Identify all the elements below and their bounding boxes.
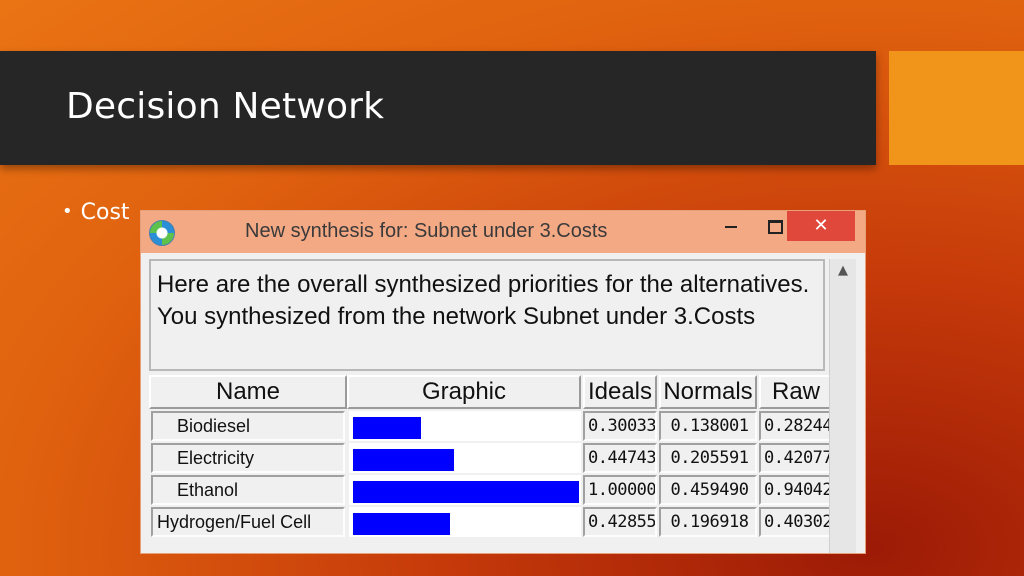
- bullet-dot-icon: •: [62, 201, 73, 222]
- priority-bar: [353, 417, 421, 439]
- window-title: New synthesis for: Subnet under 3.Costs: [245, 220, 608, 242]
- row-normal: 0.205591: [659, 443, 757, 473]
- row-normal: 0.459490: [659, 475, 757, 505]
- row-ideal: 0.428558: [583, 507, 657, 537]
- row-graphic: [349, 507, 581, 537]
- synthesis-window: New synthesis for: Subnet under 3.Costs …: [141, 211, 865, 553]
- priorities-table: Name Graphic Ideals Normals Raw Biodiese…: [149, 375, 829, 553]
- row-name: Biodiesel: [151, 411, 345, 441]
- row-ideal: 1.000000: [583, 475, 657, 505]
- row-raw: 0.282443: [759, 411, 829, 441]
- row-name: Electricity: [151, 443, 345, 473]
- row-raw: 0.403027: [759, 507, 829, 537]
- priority-bar: [353, 449, 454, 471]
- close-button[interactable]: ✕: [787, 211, 855, 241]
- app-icon[interactable]: [149, 220, 175, 246]
- header-raw[interactable]: Raw: [759, 375, 829, 409]
- row-graphic: [349, 411, 581, 441]
- row-graphic: [349, 475, 581, 505]
- slide-title: Decision Network: [66, 86, 385, 127]
- header-name[interactable]: Name: [149, 375, 347, 409]
- header-ideals[interactable]: Ideals: [583, 375, 657, 409]
- header-graphic[interactable]: Graphic: [347, 375, 581, 409]
- row-raw: 0.940426: [759, 475, 829, 505]
- row-normal: 0.196918: [659, 507, 757, 537]
- row-name: Ethanol: [151, 475, 345, 505]
- row-name: Hydrogen/Fuel Cell: [151, 507, 345, 537]
- row-ideal: 0.300335: [583, 411, 657, 441]
- row-graphic: [349, 443, 581, 473]
- chevron-up-icon[interactable]: ▲: [830, 259, 856, 283]
- synthesis-message: Here are the overall synthesized priorit…: [149, 259, 825, 371]
- row-normal: 0.138001: [659, 411, 757, 441]
- close-icon: ✕: [813, 215, 829, 236]
- header-normals[interactable]: Normals: [659, 375, 757, 409]
- vertical-scrollbar[interactable]: ▲: [829, 259, 856, 553]
- minimize-button[interactable]: [709, 211, 753, 241]
- accent-box: [889, 51, 1024, 165]
- priority-bar: [353, 481, 579, 503]
- bullet-item: • Cost: [62, 200, 130, 225]
- bullet-text: Cost: [80, 200, 130, 225]
- maximize-icon: [767, 219, 783, 234]
- minimize-icon: [725, 225, 737, 228]
- row-ideal: 0.447433: [583, 443, 657, 473]
- row-raw: 0.420778: [759, 443, 829, 473]
- priority-bar: [353, 513, 450, 535]
- window-titlebar[interactable]: New synthesis for: Subnet under 3.Costs …: [141, 211, 865, 253]
